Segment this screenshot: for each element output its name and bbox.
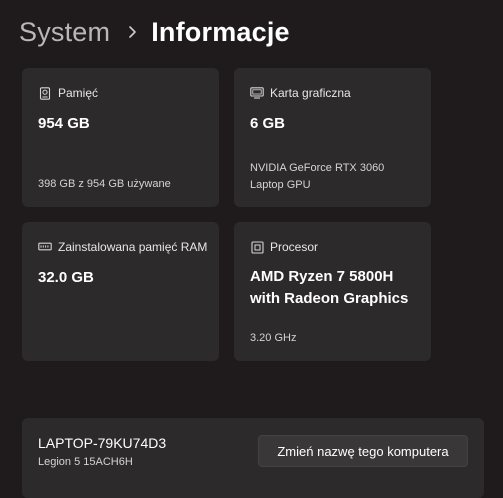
gpu-card-name-line2: Laptop GPU: [250, 179, 311, 191]
display-icon: [250, 86, 264, 100]
device-model: Legion 5 15ACH6H: [38, 456, 133, 468]
processor-card-header: Procesor: [250, 239, 318, 255]
ram-card-value: 32.0 GB: [38, 269, 94, 286]
gpu-card-header: Karta graficzna: [250, 85, 351, 101]
processor-card-name-line1: AMD Ryzen 7 5800H: [250, 268, 394, 285]
storage-icon: [38, 86, 52, 100]
page-title: Informacje: [151, 16, 290, 47]
storage-card-usage: 398 GB z 954 GB używane: [38, 178, 171, 190]
processor-card-name-line2: with Radeon Graphics: [250, 290, 409, 307]
storage-card-value: 954 GB: [38, 115, 90, 132]
processor-card-label: Procesor: [270, 240, 319, 254]
device-name-section: LAPTOP-79KU74D3 Legion 5 15ACH6H Zmień n…: [22, 418, 484, 498]
storage-card: Pamięć 954 GB 398 GB z 954 GB używane: [22, 68, 219, 207]
gpu-card-label: Karta graficzna: [270, 86, 351, 100]
ram-icon: [38, 240, 52, 254]
ram-card-header: Zainstalowana pamięć RAM: [38, 239, 210, 255]
storage-card-label: Pamięć: [58, 86, 99, 100]
storage-card-header: Pamięć: [38, 85, 98, 101]
breadcrumb: System Informacje: [19, 14, 290, 50]
rename-pc-button[interactable]: Zmień nazwę tego komputera: [258, 435, 468, 467]
gpu-card-name-line1: NVIDIA GeForce RTX 3060: [250, 162, 385, 174]
gpu-card-value: 6 GB: [250, 115, 286, 132]
processor-icon: [250, 240, 264, 254]
gpu-card: Karta graficzna 6 GB NVIDIA GeForce RTX …: [234, 68, 431, 207]
chevron-right-icon: [127, 23, 138, 41]
processor-card: Procesor AMD Ryzen 7 5800H with Radeon G…: [234, 222, 431, 361]
ram-card: Zainstalowana pamięć RAM 32.0 GB: [22, 222, 219, 361]
ram-card-label: Zainstalowana pamięć RAM: [58, 240, 208, 254]
processor-card-clock: 3.20 GHz: [250, 332, 297, 344]
breadcrumb-parent[interactable]: System: [19, 17, 110, 48]
device-name: LAPTOP-79KU74D3: [38, 435, 167, 451]
